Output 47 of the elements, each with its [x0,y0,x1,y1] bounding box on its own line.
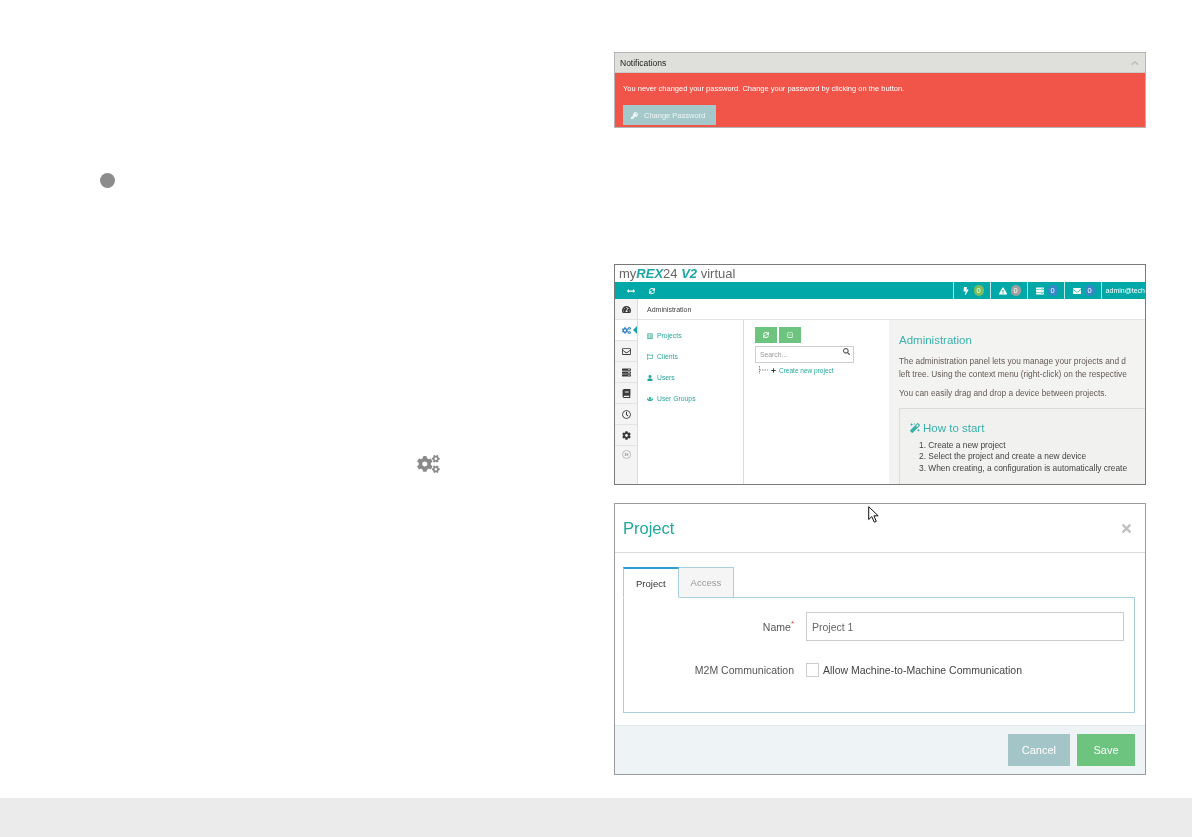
bullet-dot-icon [100,173,115,188]
dialog-tab[interactable]: Project [623,567,679,598]
info-text-line: The administration panel lets you manage your projects and d [899,355,1127,368]
dialog-title: Project [623,518,675,538]
list-icon [647,332,653,339]
field-label: M2M Communication [694,664,794,676]
cancel-button[interactable]: Cancel [1007,734,1070,766]
book-icon [621,388,631,398]
envelope-icon [1072,286,1081,295]
refresh-icon [763,332,769,338]
gears-icon [417,455,440,473]
dialog-tab[interactable]: Access [678,567,735,598]
checkbox[interactable] [806,663,819,677]
step-text: 2. Select the project and create a new device [919,451,1088,463]
info-note: You can easily drag and drop a device between projects. [899,387,1108,400]
warning-icon [998,286,1007,295]
clock-icon [621,409,631,419]
save-button[interactable]: Save [1077,734,1135,766]
server-icon [621,367,631,377]
step-text: 1. Create a new project [919,439,1007,452]
server-icon [1035,286,1044,295]
refresh-icon[interactable] [649,287,655,294]
required-mark: * [790,618,794,628]
envelope-icon [621,346,631,356]
search-icon[interactable] [843,348,850,355]
gauge-icon [621,304,631,314]
tree-connector-icon [759,366,768,374]
flag-icon [647,353,653,360]
step-text: 3. When creating, a configuration is automatically create [919,462,1128,475]
how-to-title: How to start [923,420,985,435]
users-icon [647,395,653,402]
name-input[interactable]: Project 1 [806,612,1124,641]
magic-wand-icon [910,422,920,433]
checkbox-label: Allow Machine-to-Machine Communication [823,664,1022,676]
info-heading: Administration [899,333,973,347]
gears-icon [621,325,631,335]
lightning-icon [961,286,970,295]
mouse-cursor-icon [868,506,879,523]
user-icon [647,374,653,381]
key-icon [631,111,638,119]
info-text-line: left tree. Using the context menu (right-click) on the respective [899,367,1128,380]
panel-title: Notifications [620,57,667,68]
settings-icon [621,430,631,440]
field-label: Name [762,620,791,633]
plus-icon [771,367,776,373]
double-arrow-icon[interactable] [627,286,635,295]
app-title: myREX24 V2 virtual [619,266,736,281]
